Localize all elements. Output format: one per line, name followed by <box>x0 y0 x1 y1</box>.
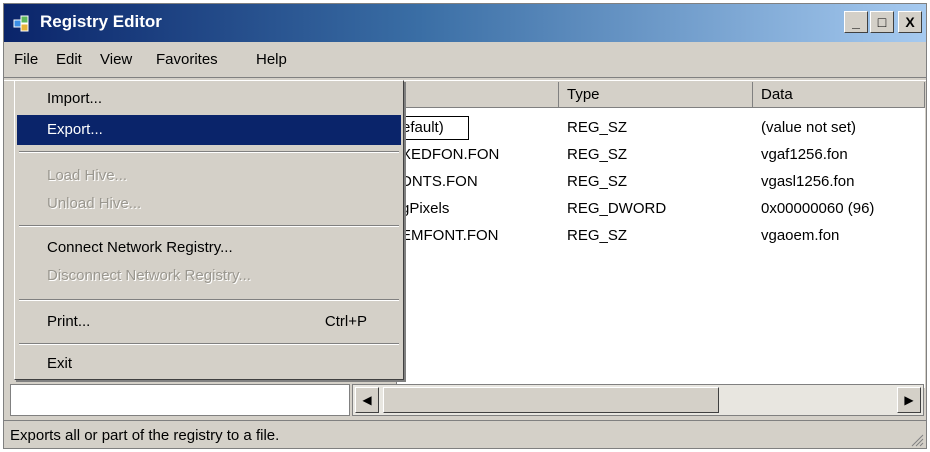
menu-separator <box>19 343 399 345</box>
column-name[interactable] <box>397 82 559 108</box>
menu-help[interactable]: Help <box>256 51 287 68</box>
close-button[interactable]: X <box>898 11 922 33</box>
menu-separator <box>19 151 399 153</box>
maximize-button[interactable]: □ <box>870 11 894 33</box>
list-row[interactable]: efault) REG_SZ (value not set) <box>397 116 925 143</box>
menu-bar: File Edit View Favorites Help <box>4 44 926 76</box>
menu-item-unload-hive: Unload Hive... <box>47 195 142 212</box>
value-type: REG_DWORD <box>567 200 667 217</box>
print-shortcut: Ctrl+P <box>324 313 367 330</box>
scroll-thumb[interactable] <box>383 387 719 413</box>
value-name: gPixels <box>401 200 450 217</box>
value-data: (value not set) <box>761 119 857 136</box>
registry-editor-icon <box>13 15 29 32</box>
list-header: Type Data <box>397 82 925 108</box>
column-data[interactable]: Data <box>753 82 925 108</box>
value-data: vgaoem.fon <box>761 227 840 244</box>
menu-item-print-label: Print... <box>47 313 91 330</box>
value-type: REG_SZ <box>567 146 628 163</box>
column-type[interactable]: Type <box>559 82 753 108</box>
menu-item-exit[interactable]: Exit <box>17 349 401 379</box>
key-tree[interactable] <box>10 384 350 416</box>
minimize-button[interactable]: _ <box>844 11 868 33</box>
list-row[interactable]: EMFONT.FON REG_SZ vgaoem.fon <box>397 224 925 251</box>
registry-editor-window: Registry Editor _ □ X File Edit View Fav… <box>3 3 927 449</box>
file-menu-dropdown: Import... Export... Load Hive... Unload … <box>14 80 404 380</box>
menu-item-disconnect-network-registry: Disconnect Network Registry... <box>47 267 251 284</box>
status-bar: Exports all or part of the registry to a… <box>4 420 926 449</box>
values-list[interactable]: Type Data efault) REG_SZ (value not set)… <box>396 82 925 388</box>
menu-item-connect-network-registry[interactable]: Connect Network Registry... <box>17 233 401 263</box>
list-row[interactable]: gPixels REG_DWORD 0x00000060 (96) <box>397 197 925 224</box>
value-data: vgasl1256.fon <box>761 173 855 190</box>
menu-favorites[interactable]: Favorites <box>156 51 218 68</box>
scroll-right-icon[interactable]: ▶ <box>897 387 921 413</box>
scroll-left-icon[interactable]: ◀ <box>355 387 379 413</box>
menu-edit[interactable]: Edit <box>56 51 82 68</box>
menu-view[interactable]: View <box>100 51 132 68</box>
size-grip-icon[interactable] <box>908 431 924 447</box>
list-row[interactable]: XEDFON.FON REG_SZ vgaf1256.fon <box>397 143 925 170</box>
value-data: 0x00000060 (96) <box>761 200 875 217</box>
menu-file[interactable]: File <box>14 51 38 68</box>
value-type: REG_SZ <box>567 227 628 244</box>
menu-item-export[interactable]: Export... <box>17 115 401 145</box>
list-row[interactable]: DNTS.FON REG_SZ vgasl1256.fon <box>397 170 925 197</box>
window-title: Registry Editor <box>40 12 162 31</box>
menu-item-print[interactable]: Print... Ctrl+P <box>17 307 401 337</box>
value-name[interactable]: efault) <box>397 116 469 140</box>
menu-separator <box>19 299 399 301</box>
title-bar[interactable]: Registry Editor _ □ X <box>4 4 926 42</box>
horizontal-scrollbar[interactable]: ◀ ▶ <box>352 384 924 416</box>
value-name: DNTS.FON <box>401 173 478 190</box>
value-name: XEDFON.FON <box>401 146 500 163</box>
status-text: Exports all or part of the registry to a… <box>10 427 280 444</box>
menu-item-import[interactable]: Import... <box>17 84 401 114</box>
value-data: vgaf1256.fon <box>761 146 848 163</box>
value-name: EMFONT.FON <box>401 227 499 244</box>
value-type: REG_SZ <box>567 119 628 136</box>
menu-item-load-hive: Load Hive... <box>47 167 128 184</box>
menu-separator <box>19 225 399 227</box>
value-type: REG_SZ <box>567 173 628 190</box>
